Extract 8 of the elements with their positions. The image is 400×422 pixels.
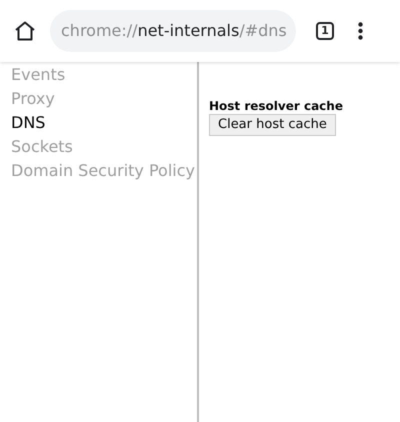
nav-link[interactable]: DNS: [11, 111, 46, 135]
menu-button[interactable]: [356, 20, 364, 42]
address-bar[interactable]: chrome://net-internals/#dns: [50, 10, 296, 52]
tab-switcher-button[interactable]: 1: [316, 22, 334, 40]
clear-cache-button[interactable]: Clear host cache: [209, 114, 336, 136]
home-icon: [14, 21, 36, 41]
section-heading: Host resolver cache: [209, 99, 343, 113]
more-icon: [358, 22, 362, 40]
